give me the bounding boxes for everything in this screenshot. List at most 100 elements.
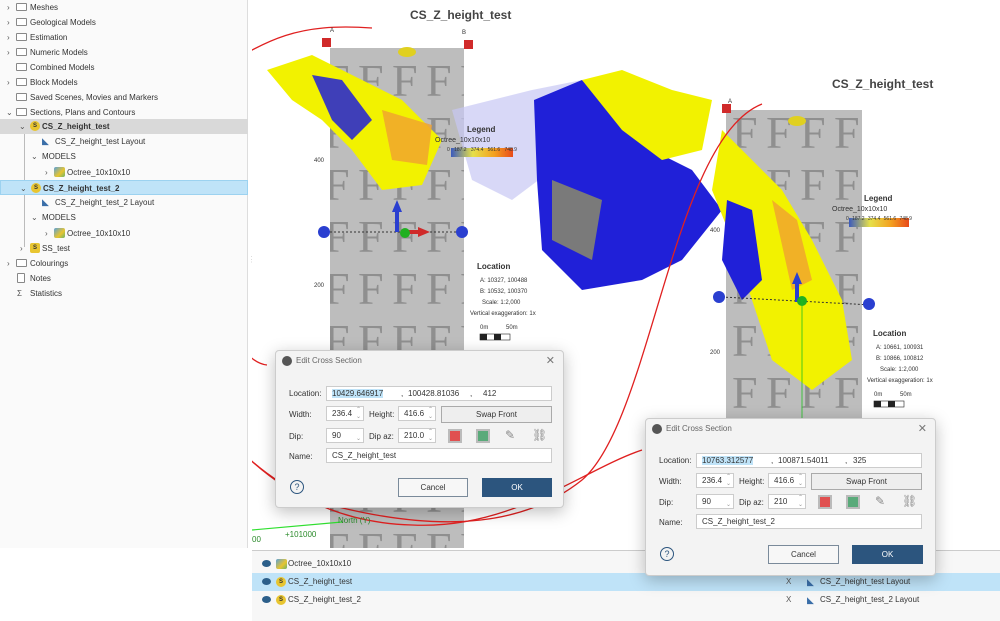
name-field[interactable]: CS_Z_height_test: [326, 448, 552, 463]
chevron-down-icon[interactable]: ⌄: [31, 149, 38, 164]
elev-label: 200: [710, 350, 721, 356]
location-a-2: A: 10661, 100931: [876, 345, 924, 351]
tree-item-octree[interactable]: › Octree_10x10x10: [0, 165, 248, 180]
tree-item-sections[interactable]: ⌄ Sections, Plans and Contours: [0, 105, 248, 120]
tree-item-block-models[interactable]: › Block Models: [0, 75, 248, 90]
chevron-right-icon[interactable]: ›: [45, 226, 48, 241]
help-icon[interactable]: ?: [290, 480, 304, 494]
tree-item-colourings[interactable]: › Colourings: [0, 256, 248, 271]
location-field[interactable]: 10763.312577 , 100871.54011 , 325: [696, 453, 922, 468]
chevron-right-icon[interactable]: ›: [45, 165, 48, 180]
tree-item-ss-test[interactable]: › S SS_test: [0, 241, 248, 256]
chevron-right-icon[interactable]: ›: [7, 0, 10, 15]
tree-item-models[interactable]: ⌄ MODELS: [0, 149, 248, 164]
red-cube-icon[interactable]: [818, 495, 832, 509]
legend-title-1: Legend: [467, 125, 496, 134]
swap-front-button[interactable]: Swap Front: [811, 473, 922, 490]
dip-az-label: Dip az:: [369, 432, 394, 441]
green-cube-icon[interactable]: [846, 495, 860, 509]
legend-tick: 0: [846, 216, 849, 222]
chevron-right-icon[interactable]: ›: [20, 241, 23, 256]
height-field[interactable]: 416.6 ⌃ ⌄: [768, 473, 806, 488]
tree-item-geological-models[interactable]: › Geological Models: [0, 15, 248, 30]
corner-a-marker-1[interactable]: [322, 38, 331, 47]
tree-item-layout[interactable]: ◣ CS_Z_height_test Layout: [0, 134, 248, 149]
dip-az-field[interactable]: 210.0 ⌃ ⌄: [398, 428, 436, 443]
location-x: 10429.646917: [332, 389, 384, 398]
tree-item-combined-models[interactable]: Combined Models: [0, 60, 248, 75]
tree-label: Combined Models: [30, 63, 95, 72]
handle-left-2[interactable]: [713, 291, 725, 303]
tree-label: CS_Z_height_test Layout: [55, 137, 146, 146]
row-layout[interactable]: CS_Z_height_test_2 Layout: [820, 591, 919, 609]
tree-item-cs-z-height-test[interactable]: ⌄ S CS_Z_height_test: [0, 119, 248, 134]
chevron-right-icon[interactable]: ›: [7, 75, 10, 90]
tree-item-statistics[interactable]: Σ Statistics: [0, 286, 248, 301]
tree-item-notes[interactable]: Notes: [0, 271, 248, 286]
visibility-eye-icon[interactable]: [262, 578, 271, 585]
remove-icon[interactable]: X: [786, 591, 791, 609]
green-cube-icon[interactable]: [476, 429, 490, 443]
location-label: Location:: [289, 389, 322, 398]
app-logo-icon: [652, 424, 662, 434]
tree-item-octree-2[interactable]: › Octree_10x10x10: [0, 226, 248, 241]
name-field[interactable]: CS_Z_height_test_2: [696, 514, 922, 529]
chevron-down-icon[interactable]: ⌄: [20, 181, 27, 196]
scene-list-row[interactable]: S CS_Z_height_test_2 X ◣ CS_Z_height_test_2 …: [252, 591, 1000, 609]
handle-right-1[interactable]: [456, 226, 468, 238]
cancel-button[interactable]: Cancel: [398, 478, 468, 497]
width-field[interactable]: 236.4 ⌃ ⌄: [326, 406, 364, 421]
chevron-down-icon[interactable]: ⌄: [6, 105, 13, 120]
location-title-1: Location: [477, 262, 511, 271]
chevron-right-icon[interactable]: ›: [7, 45, 10, 60]
location-field[interactable]: 10429.646917 , 100428.81036 , 412: [326, 386, 552, 401]
visibility-eye-icon[interactable]: [262, 596, 271, 603]
close-icon[interactable]: ✕: [918, 422, 927, 435]
chevron-right-icon[interactable]: ›: [7, 30, 10, 45]
handle-left-1[interactable]: [318, 226, 330, 238]
visibility-eye-icon[interactable]: [262, 560, 271, 567]
cancel-button[interactable]: Cancel: [768, 545, 839, 564]
handle-right-2[interactable]: [863, 298, 875, 310]
tree-label: CS_Z_height_test_2 Layout: [55, 198, 155, 207]
red-cube-icon[interactable]: [448, 429, 462, 443]
corner-a-marker-2[interactable]: [722, 104, 731, 113]
octree-icon: [276, 559, 287, 569]
top-handle-2[interactable]: [788, 116, 806, 126]
chevron-right-icon[interactable]: ›: [7, 15, 10, 30]
height-value: 416.6: [774, 476, 795, 485]
pen-icon[interactable]: ✎: [875, 494, 889, 508]
height-field[interactable]: 416.6 ⌃ ⌄: [398, 406, 436, 421]
tree-item-saved-scenes[interactable]: Saved Scenes, Movies and Markers: [0, 90, 248, 105]
tree-item-numeric-models[interactable]: › Numeric Models: [0, 45, 248, 60]
center-handle-1[interactable]: [400, 228, 410, 238]
legend-model-2: Octree_10x10x10: [832, 206, 888, 213]
help-icon[interactable]: ?: [660, 547, 674, 561]
row-name: Octree_10x10x10: [288, 559, 352, 568]
corner-b-label-1: B: [462, 30, 467, 36]
ok-button[interactable]: OK: [852, 545, 923, 564]
tree-item-cs-z-height-test-2[interactable]: ⌄ S CS_Z_height_test_2: [0, 180, 248, 195]
dip-field[interactable]: 90 ⌄: [326, 428, 364, 443]
top-handle-1[interactable]: [398, 47, 416, 57]
close-icon[interactable]: ✕: [546, 354, 555, 367]
swap-front-button[interactable]: Swap Front: [441, 406, 552, 423]
chevron-down-icon[interactable]: ⌄: [31, 210, 38, 225]
tree-label: MODELS: [42, 152, 76, 161]
dip-field[interactable]: 90 ⌄: [696, 494, 734, 509]
chevron-down-icon[interactable]: ⌄: [19, 119, 26, 134]
tree-item-meshes[interactable]: › Meshes: [0, 0, 248, 15]
tree-item-layout-2[interactable]: ◣ CS_Z_height_test_2 Layout: [0, 195, 248, 210]
tree-item-estimation[interactable]: › Estimation: [0, 30, 248, 45]
tree-item-models-2[interactable]: ⌄ MODELS: [0, 210, 248, 225]
ok-button[interactable]: OK: [482, 478, 552, 497]
chevron-right-icon[interactable]: ›: [7, 256, 10, 271]
link-icon[interactable]: ⛓: [902, 494, 917, 508]
link-icon[interactable]: ⛓: [532, 428, 547, 442]
legend-tick: 374.4: [867, 216, 881, 222]
width-field[interactable]: 236.4 ⌃ ⌄: [696, 473, 734, 488]
pen-icon[interactable]: ✎: [505, 428, 519, 442]
axis-tick-label: 00: [252, 535, 261, 544]
corner-b-marker-1[interactable]: [464, 40, 473, 49]
dip-az-field[interactable]: 210 ⌃ ⌄: [768, 494, 806, 509]
